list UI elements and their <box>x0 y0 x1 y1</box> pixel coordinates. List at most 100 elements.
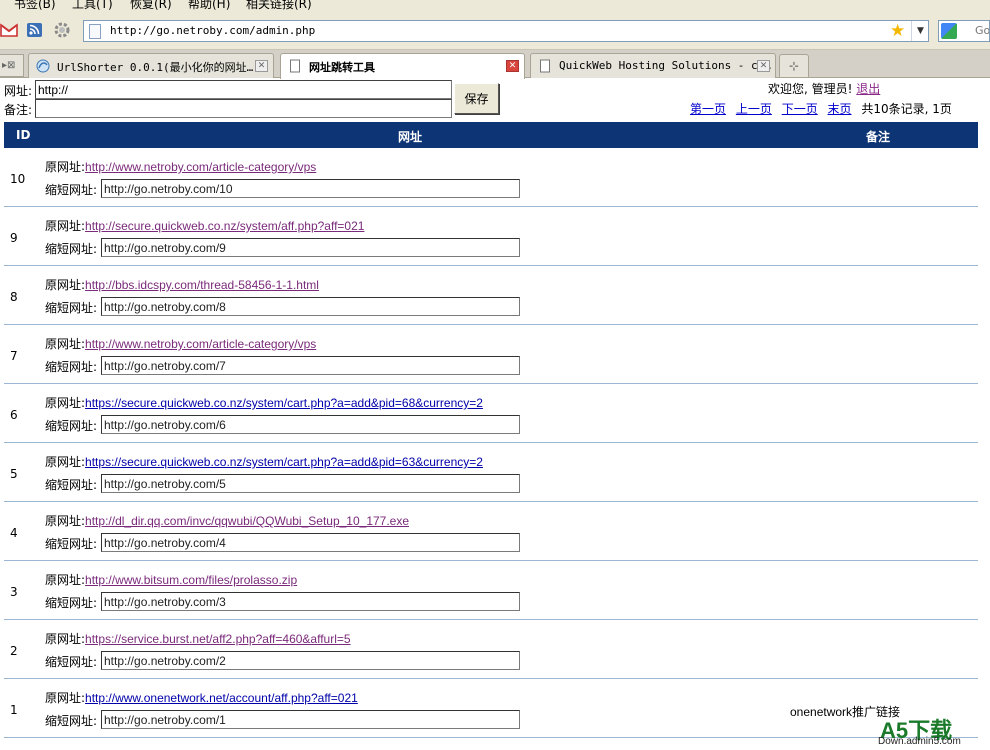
original-url: 原网址:http://dl_dir.qq.com/invc/qqwubi/QQW… <box>45 512 409 529</box>
logout-link[interactable]: 退出 <box>856 82 880 96</box>
next-page-link[interactable]: 下一页 <box>782 102 818 116</box>
original-url-link[interactable]: http://secure.quickweb.co.nz/system/aff.… <box>85 219 364 233</box>
table-row: 6 原网址:https://secure.quickweb.co.nz/syst… <box>4 384 978 443</box>
row-id: 2 <box>10 644 18 658</box>
table-row: 1 原网址:http://www.onenetwork.net/account/… <box>4 679 978 738</box>
google-icon[interactable] <box>941 23 957 39</box>
short-url-field[interactable] <box>101 651 520 670</box>
menu-restore[interactable]: 恢复(R) <box>130 0 172 12</box>
bookmark-star-icon[interactable]: ★ <box>890 21 905 41</box>
original-url-link[interactable]: http://www.onenetwork.net/account/aff.ph… <box>85 691 358 705</box>
short-url: 缩短网址: <box>45 474 520 493</box>
rss-feed-icon[interactable] <box>26 21 44 39</box>
original-url-link[interactable]: http://dl_dir.qq.com/invc/qqwubi/QQWubi_… <box>85 514 409 528</box>
original-url-link[interactable]: http://www.netroby.com/article-category/… <box>85 337 316 351</box>
short-url-field[interactable] <box>101 356 520 375</box>
original-url: 原网址:http://secure.quickweb.co.nz/system/… <box>45 217 364 234</box>
row-id: 8 <box>10 290 18 304</box>
short-url-field[interactable] <box>101 297 520 316</box>
short-url-field[interactable] <box>101 710 520 729</box>
orig-label: 原网址: <box>45 278 86 292</box>
tab-bar: ▸⊠ UrlShorter 0.0.1(最小化你的网址… ✕ 网址跳转工具 ✕ … <box>0 50 990 79</box>
new-tab-button[interactable]: ⊹ <box>779 54 809 77</box>
short-label: 缩短网址: <box>45 360 98 374</box>
orig-label: 原网址: <box>45 396 86 410</box>
original-url: 原网址:http://www.onenetwork.net/account/af… <box>45 689 358 706</box>
menu-bookmarks[interactable]: 书签(B) <box>14 0 56 12</box>
orig-label: 原网址: <box>45 632 86 646</box>
short-url: 缩短网址: <box>45 651 520 670</box>
original-url-link[interactable]: http://www.netroby.com/article-category/… <box>85 160 316 174</box>
address-url[interactable]: http://go.netroby.com/admin.php <box>110 24 315 37</box>
table-row: 3 原网址:http://www.bitsum.com/files/prolas… <box>4 561 978 620</box>
original-url-link[interactable]: https://secure.quickweb.co.nz/system/car… <box>85 396 483 410</box>
short-url: 缩短网址: <box>45 356 520 375</box>
row-id: 7 <box>10 349 18 363</box>
welcome-text: 欢迎您, 管理员! <box>768 82 853 96</box>
original-url-link[interactable]: http://www.bitsum.com/files/prolasso.zip <box>85 573 297 587</box>
close-tab-icon[interactable]: ✕ <box>506 60 519 72</box>
tab-urlshorter[interactable]: UrlShorter 0.0.1(最小化你的网址… ✕ <box>28 53 274 78</box>
last-page-link[interactable]: 末页 <box>828 102 852 116</box>
original-url-link[interactable]: https://service.burst.net/aff2.php?aff=4… <box>85 632 351 646</box>
orig-label: 原网址: <box>45 514 86 528</box>
short-url-field[interactable] <box>101 179 520 198</box>
row-id: 9 <box>10 231 18 245</box>
menu-help[interactable]: 帮助(H) <box>188 0 230 12</box>
short-url: 缩短网址: <box>45 710 520 729</box>
page-favicon <box>540 59 550 73</box>
menu-related-links[interactable]: 相关链接(R) <box>246 0 312 12</box>
table-row: 2 原网址:https://service.burst.net/aff2.php… <box>4 620 978 679</box>
short-url: 缩短网址: <box>45 592 520 611</box>
welcome-message: 欢迎您, 管理员! 退出 <box>768 80 880 97</box>
menu-tools[interactable]: 工具(T) <box>72 0 113 12</box>
original-url: 原网址:http://www.netroby.com/article-categ… <box>45 335 316 352</box>
search-box[interactable]: Go <box>938 20 990 42</box>
address-dropdown-icon[interactable]: ▼ <box>911 21 929 41</box>
prev-page-link[interactable]: 上一页 <box>736 102 772 116</box>
short-url: 缩短网址: <box>45 179 520 198</box>
original-url: 原网址:https://service.burst.net/aff2.php?a… <box>45 630 351 647</box>
short-url-field[interactable] <box>101 592 520 611</box>
close-tab-icon[interactable]: ✕ <box>255 60 268 72</box>
close-tab-icon[interactable]: ✕ <box>757 60 770 72</box>
short-url-field[interactable] <box>101 533 520 552</box>
watermark-site: Down.admin5.com <box>878 736 961 747</box>
short-label: 缩短网址: <box>45 714 98 728</box>
short-url-field[interactable] <box>101 474 520 493</box>
tab-label: 网址跳转工具 <box>309 61 375 74</box>
gmail-icon[interactable] <box>0 21 18 39</box>
short-label: 缩短网址: <box>45 478 98 492</box>
row-id: 10 <box>10 172 26 186</box>
table-row: 7 原网址:http://www.netroby.com/article-cat… <box>4 325 978 384</box>
url-input[interactable] <box>35 80 452 99</box>
short-label: 缩短网址: <box>45 655 98 669</box>
menu-bar: 书签(B) 工具(T) 恢复(R) 帮助(H) 相关链接(R) <box>0 0 990 12</box>
row-id: 5 <box>10 467 18 481</box>
add-url-form: 网址: 备注: 保存 欢迎您, 管理员! 退出 第一页 上一页 下一页 末页 共… <box>0 78 990 120</box>
url-label: 网址: <box>4 84 33 98</box>
table-row: 9 原网址:http://secure.quickweb.co.nz/syste… <box>4 207 978 266</box>
original-url-link[interactable]: https://secure.quickweb.co.nz/system/car… <box>85 455 483 469</box>
short-label: 缩短网址: <box>45 537 98 551</box>
table-row: 10 原网址:http://www.netroby.com/article-ca… <box>4 148 978 207</box>
short-url: 缩短网址: <box>45 238 520 257</box>
column-header-id: ID <box>16 128 31 142</box>
tab-url-redirect-tool[interactable]: 网址跳转工具 ✕ <box>280 53 525 79</box>
tab-quickweb[interactable]: QuickWeb Hosting Solutions - cP… ✕ <box>530 53 776 78</box>
orig-label: 原网址: <box>45 691 86 705</box>
site-watermark: A5下载 Down.admin5.com <box>878 713 990 750</box>
gear-icon[interactable] <box>53 21 71 39</box>
note-input[interactable] <box>35 99 452 118</box>
original-url-link[interactable]: http://bbs.idcspy.com/thread-58456-1-1.h… <box>85 278 319 292</box>
tab-label: QuickWeb Hosting Solutions - cP… <box>559 59 771 72</box>
short-url-field[interactable] <box>101 415 520 434</box>
row-id: 6 <box>10 408 18 422</box>
tab-scroll-left[interactable]: ▸⊠ <box>0 54 24 77</box>
save-button[interactable]: 保存 <box>454 83 499 114</box>
address-bar[interactable]: http://go.netroby.com/admin.php ★ ▼ <box>83 20 929 42</box>
short-url-field[interactable] <box>101 238 520 257</box>
first-page-link[interactable]: 第一页 <box>690 102 726 116</box>
pagination: 第一页 上一页 下一页 末页 共10条记录, 1页 <box>690 100 958 117</box>
original-url: 原网址:https://secure.quickweb.co.nz/system… <box>45 394 483 411</box>
